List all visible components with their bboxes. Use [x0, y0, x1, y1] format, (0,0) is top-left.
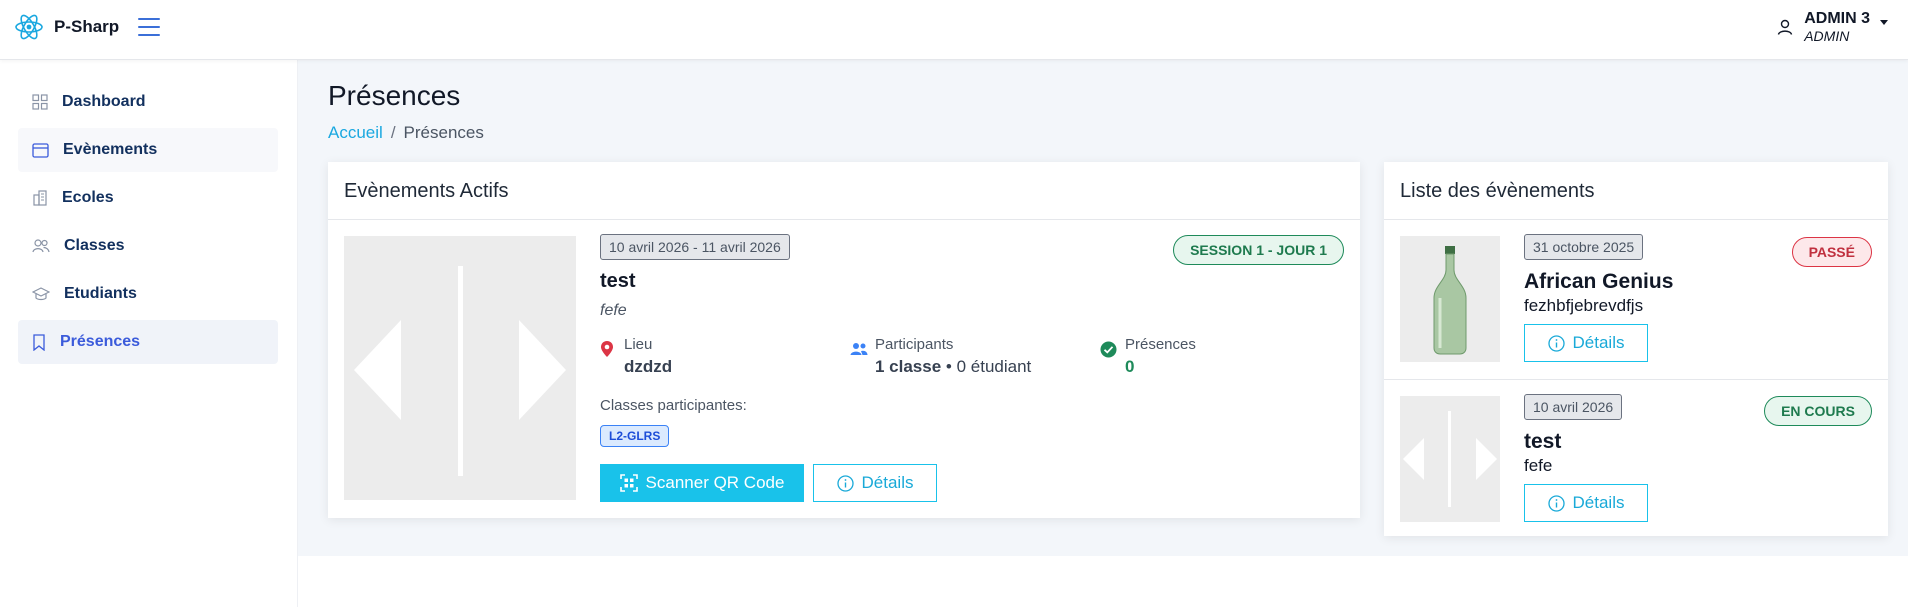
presences-value: 0 — [1125, 357, 1135, 376]
app-name: P-Sharp — [54, 17, 120, 36]
participants-label: Participants — [875, 336, 954, 353]
people-icon — [850, 343, 868, 355]
event-title: test — [1524, 430, 1562, 453]
breadcrumb: Accueil / Présences — [328, 123, 484, 143]
sidebar-item-presences[interactable]: Présences — [18, 320, 278, 364]
breadcrumb-current: Présences — [403, 123, 484, 142]
event-description: fefe — [1524, 456, 1553, 475]
event-description: fefe — [600, 302, 627, 319]
sidebar-item-etudiants[interactable]: Etudiants — [18, 272, 278, 316]
presences-label: Présences — [1125, 336, 1196, 353]
calendar-icon — [32, 143, 49, 158]
event-title: test — [600, 270, 636, 292]
top-navbar: P-Sharp ADMIN 3 ADMIN — [0, 0, 1908, 60]
main-content: Présences Accueil / Présences Evènements… — [298, 60, 1908, 556]
check-circle-icon — [1100, 341, 1117, 358]
card-title: Evènements Actifs — [328, 162, 1360, 220]
scan-qr-button[interactable]: Scanner QR Code — [600, 464, 804, 502]
card-title: Liste des évènements — [1384, 162, 1888, 220]
user-icon — [1778, 19, 1793, 35]
location-value: dzdzd — [624, 357, 673, 376]
building-icon — [33, 190, 47, 206]
user-name: ADMIN 3 — [1804, 10, 1870, 27]
list-item: 10 avril 2026 EN COURS test fefe Détails — [1384, 380, 1888, 536]
sidebar-item-label: Présences — [60, 333, 141, 350]
class-tag: L2-GLRS — [600, 425, 670, 447]
details-label: Détails — [861, 473, 914, 492]
details-button[interactable]: Détails — [1524, 324, 1648, 362]
sidebar-item-label: Etudiants — [64, 285, 137, 302]
map-pin-icon — [601, 341, 613, 357]
participating-classes-label: Classes participantes: — [600, 397, 747, 414]
participants-value: 1 classe • 0 étudiant — [875, 357, 1031, 377]
event-image-placeholder — [344, 236, 576, 500]
breadcrumb-separator: / — [390, 123, 396, 142]
details-button[interactable]: Détails — [813, 464, 937, 502]
event-title: African Genius — [1524, 270, 1674, 293]
sidebar-item-label: Classes — [64, 237, 125, 254]
brand[interactable]: P-Sharp — [14, 12, 119, 42]
sidebar-item-classes[interactable]: Classes — [18, 224, 278, 268]
page-title: Présences — [328, 80, 461, 111]
image-placeholder-icon — [354, 266, 566, 476]
react-logo-icon — [15, 14, 43, 40]
bookmark-icon — [33, 333, 45, 351]
chevron-down-icon — [1880, 19, 1888, 25]
event-date-badge: 10 avril 2026 - 11 avril 2026 — [600, 234, 790, 260]
participants-students: 0 étudiant — [956, 357, 1032, 376]
user-role: ADMIN — [1804, 28, 1850, 44]
status-badge: PASSÉ — [1791, 237, 1872, 267]
session-badge: SESSION 1 - JOUR 1 — [1173, 235, 1344, 265]
details-label: Détails — [1572, 333, 1625, 352]
list-item: 31 octobre 2025 PASSÉ African Genius fez… — [1384, 220, 1888, 380]
sidebar-item-label: Ecoles — [62, 189, 114, 206]
bottle-image — [1400, 236, 1500, 362]
user-menu[interactable]: ADMIN 3 ADMIN — [1776, 10, 1888, 44]
image-placeholder-icon — [1403, 411, 1497, 507]
sidebar-item-dashboard[interactable]: Dashboard — [18, 80, 278, 124]
event-description: fezhbfjebrevdfjs — [1524, 296, 1644, 315]
sidebar-item-evenements[interactable]: Evènements — [18, 128, 278, 172]
event-image-placeholder — [1400, 396, 1500, 522]
events-list-card: Liste des évènements 31 octobre 2025 PAS… — [1384, 162, 1888, 536]
details-label: Détails — [1572, 493, 1625, 512]
menu-toggle-icon[interactable] — [138, 18, 160, 36]
grid-icon — [32, 94, 48, 110]
info-icon — [836, 474, 854, 492]
qr-scan-icon — [619, 474, 638, 492]
graduation-cap-icon — [32, 287, 50, 301]
location-label: Lieu — [624, 336, 653, 353]
bottle-image-icon — [1433, 246, 1467, 355]
sidebar-item-label: Dashboard — [62, 93, 146, 110]
breadcrumb-home-link[interactable]: Accueil — [328, 123, 383, 143]
sidebar-item-label: Evènements — [63, 141, 158, 158]
active-events-card: Evènements Actifs 10 avril 2026 - 11 avr… — [328, 162, 1360, 518]
scan-qr-label: Scanner QR Code — [645, 473, 785, 492]
info-icon — [1547, 494, 1565, 512]
details-button[interactable]: Détails — [1524, 484, 1648, 522]
sidebar-item-ecoles[interactable]: Ecoles — [18, 176, 278, 220]
event-date-badge: 31 octobre 2025 — [1524, 234, 1644, 260]
users-icon — [32, 239, 50, 253]
info-icon — [1547, 334, 1565, 352]
participants-classes: 1 classe — [875, 357, 942, 376]
sidebar: Dashboard Evènements Ecoles Classes Etud… — [0, 60, 298, 607]
participants-separator: • — [945, 357, 952, 376]
status-badge: EN COURS — [1764, 396, 1872, 426]
event-date-badge: 10 avril 2026 — [1524, 394, 1623, 420]
